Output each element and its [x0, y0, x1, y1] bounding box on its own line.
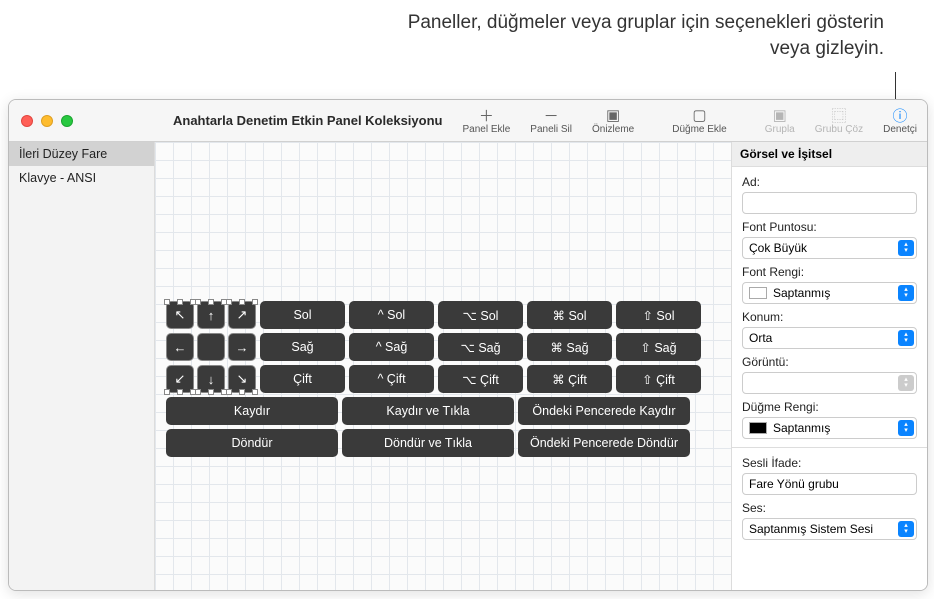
name-label: Ad:: [742, 175, 917, 189]
toolbar-label: Grupla: [765, 124, 795, 135]
arrow-left-button[interactable]: ←: [166, 333, 194, 361]
group-icon: ▣: [773, 106, 787, 124]
toolbar-label: Panel Ekle: [462, 124, 510, 135]
key-button[interactable]: Çift: [260, 365, 345, 393]
arrow-up-left-button[interactable]: ↖: [166, 301, 194, 329]
plus-icon: ＋: [479, 106, 494, 124]
sidebar-item-keyboard-ansi[interactable]: Klavye - ANSI: [9, 166, 154, 190]
wide-button[interactable]: Döndür: [166, 429, 338, 457]
zoom-window-button[interactable]: [61, 115, 73, 127]
inspector-panel: Görsel ve İşitsel Ad: Font Puntosu: Çok …: [731, 142, 927, 590]
ungroup-button: ⿴ Grubu Çöz: [805, 104, 873, 137]
arrow-up-button[interactable]: ↑: [197, 301, 225, 329]
arrow-right-button[interactable]: →: [228, 333, 256, 361]
toolbar-label: Düğme Ekle: [672, 124, 726, 135]
delete-panel-button[interactable]: － Paneli Sil: [520, 104, 582, 137]
key-button[interactable]: ⌘ Sağ: [527, 333, 612, 361]
arrow-down-left-button[interactable]: ↙: [166, 365, 194, 393]
panel-list-sidebar: İleri Düzey Fare Klavye - ANSI: [9, 142, 155, 590]
arrow-center-button[interactable]: [197, 333, 225, 361]
font-size-label: Font Puntosu:: [742, 220, 917, 234]
toolbar-label: Grubu Çöz: [815, 124, 863, 135]
font-color-label: Font Rengi:: [742, 265, 917, 279]
key-button[interactable]: Sağ: [260, 333, 345, 361]
sound-label: Ses:: [742, 501, 917, 515]
chevron-updown-icon: ▴▾: [898, 420, 914, 436]
play-icon: ▣: [606, 106, 620, 124]
button-group: ↖ ↑ ↗ Sol ^ Sol ⌥ Sol ⌘ Sol ⇧ Sol: [166, 301, 701, 461]
toolbar-label: Önizleme: [592, 124, 634, 135]
key-button[interactable]: ⇧ Çift: [616, 365, 701, 393]
minus-icon: －: [544, 106, 559, 124]
key-button[interactable]: ^ Çift: [349, 365, 434, 393]
wide-button[interactable]: Kaydır: [166, 397, 338, 425]
spoken-phrase-input[interactable]: [742, 473, 917, 495]
chevron-updown-icon: ▴▾: [898, 285, 914, 301]
name-input[interactable]: [742, 192, 917, 214]
editor-canvas[interactable]: ↖ ↑ ↗ Sol ^ Sol ⌥ Sol ⌘ Sol ⇧ Sol: [155, 142, 731, 590]
help-callout: Paneller, düğmeler veya gruplar için seç…: [364, 10, 884, 61]
chevron-updown-icon: ▴▾: [898, 330, 914, 346]
ungroup-icon: ⿴: [831, 106, 846, 124]
button-color-label: Düğme Rengi:: [742, 400, 917, 414]
toolbar-label: Paneli Sil: [530, 124, 572, 135]
close-window-button[interactable]: [21, 115, 33, 127]
window-controls: [9, 115, 73, 127]
color-swatch-black: [749, 422, 767, 434]
button-color-select[interactable]: Saptanmış ▴▾: [742, 417, 917, 439]
sidebar-item-advanced-mouse[interactable]: İleri Düzey Fare: [9, 142, 154, 166]
wide-button[interactable]: Döndür ve Tıkla: [342, 429, 514, 457]
position-select[interactable]: Orta ▴▾: [742, 327, 917, 349]
arrow-down-right-button[interactable]: ↘: [228, 365, 256, 393]
info-icon: ⓘ: [893, 106, 908, 124]
sound-select[interactable]: Saptanmış Sistem Sesi ▴▾: [742, 518, 917, 540]
key-button[interactable]: ⌥ Sağ: [438, 333, 523, 361]
preview-button[interactable]: ▣ Önizleme: [582, 104, 644, 137]
image-label: Görüntü:: [742, 355, 917, 369]
inspector-toggle-button[interactable]: ⓘ Denetçi: [873, 104, 927, 137]
window-title: Anahtarla Denetim Etkin Panel Koleksiyon…: [173, 113, 442, 128]
add-panel-button[interactable]: ＋ Panel Ekle: [452, 104, 520, 137]
panel-editor-window: Anahtarla Denetim Etkin Panel Koleksiyon…: [8, 99, 928, 591]
key-button[interactable]: ⌘ Çift: [527, 365, 612, 393]
wide-button[interactable]: Öndeki Pencerede Kaydır: [518, 397, 690, 425]
key-button[interactable]: ⌥ Sol: [438, 301, 523, 329]
separator: [732, 447, 927, 448]
window-titlebar: Anahtarla Denetim Etkin Panel Koleksiyon…: [9, 100, 927, 142]
key-button[interactable]: ⌘ Sol: [527, 301, 612, 329]
add-button-icon: ▢: [692, 106, 706, 124]
wide-button[interactable]: Kaydır ve Tıkla: [342, 397, 514, 425]
wide-button[interactable]: Öndeki Pencerede Döndür: [518, 429, 690, 457]
key-button[interactable]: ^ Sol: [349, 301, 434, 329]
color-swatch-white: [749, 287, 767, 299]
inspector-section-title: Görsel ve İşitsel: [732, 142, 927, 167]
chevron-updown-icon: ▴▾: [898, 521, 914, 537]
key-button[interactable]: ⇧ Sol: [616, 301, 701, 329]
toolbar-label: Denetçi: [883, 124, 917, 135]
arrow-down-button[interactable]: ↓: [197, 365, 225, 393]
font-color-select[interactable]: Saptanmış ▴▾: [742, 282, 917, 304]
font-size-select[interactable]: Çok Büyük ▴▾: [742, 237, 917, 259]
minimize-window-button[interactable]: [41, 115, 53, 127]
key-button[interactable]: ⌥ Çift: [438, 365, 523, 393]
toolbar: ＋ Panel Ekle － Paneli Sil ▣ Önizleme ▢ D…: [452, 100, 927, 141]
position-label: Konum:: [742, 310, 917, 324]
add-button-button[interactable]: ▢ Düğme Ekle: [662, 104, 736, 137]
chevron-updown-icon: ▴▾: [898, 375, 914, 391]
chevron-updown-icon: ▴▾: [898, 240, 914, 256]
key-button[interactable]: Sol: [260, 301, 345, 329]
key-button[interactable]: ^ Sağ: [349, 333, 434, 361]
group-button: ▣ Grupla: [755, 104, 805, 137]
image-select[interactable]: ▴▾: [742, 372, 917, 394]
spoken-phrase-label: Sesli İfade:: [742, 456, 917, 470]
arrow-up-right-button[interactable]: ↗: [228, 301, 256, 329]
callout-pointer-line: [895, 72, 896, 100]
key-button[interactable]: ⇧ Sağ: [616, 333, 701, 361]
